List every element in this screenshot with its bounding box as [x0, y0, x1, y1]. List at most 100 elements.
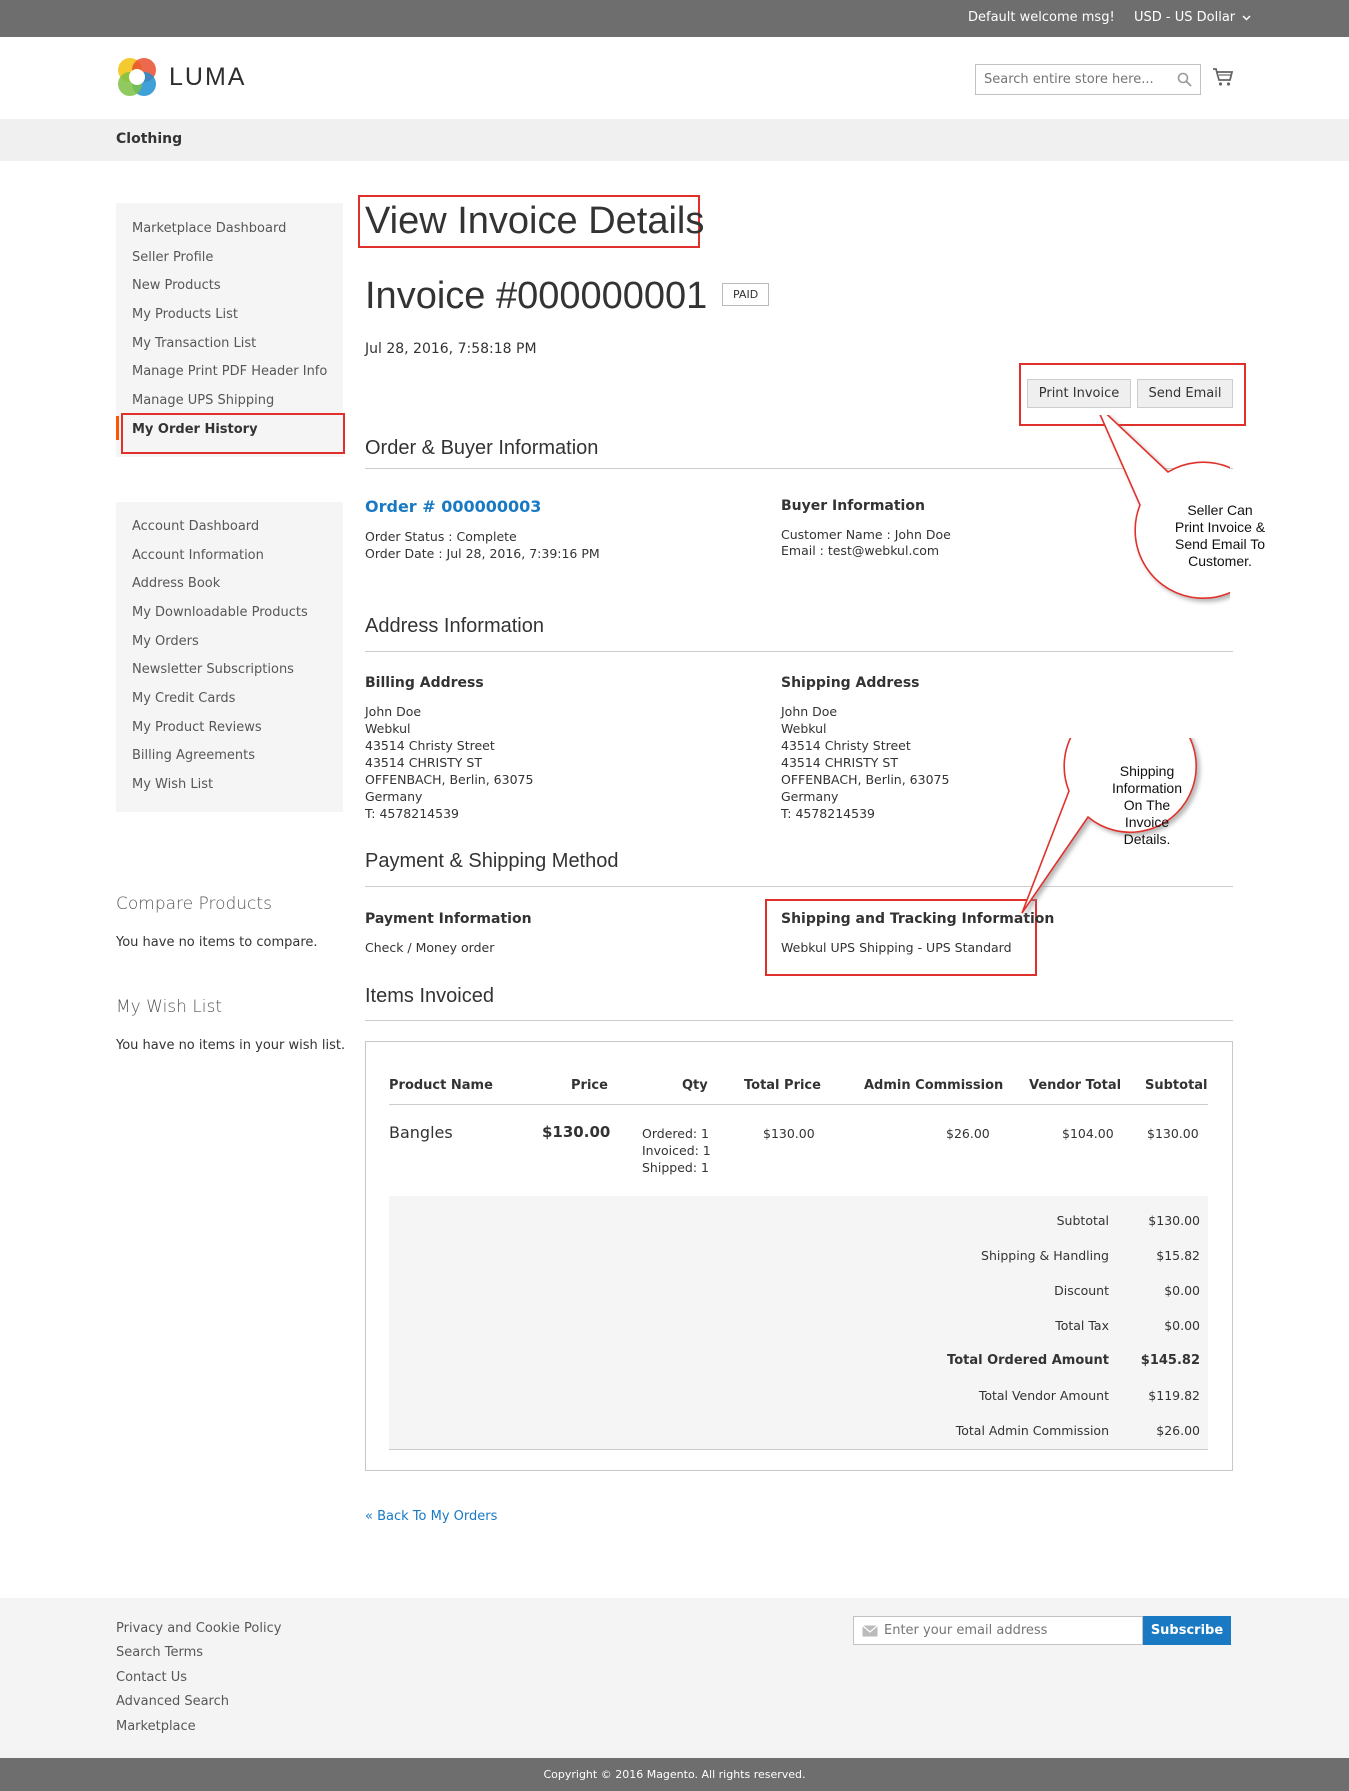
section-title-address: Address Information	[365, 615, 544, 637]
sidebar-item-my-orders[interactable]: My Orders	[132, 634, 199, 649]
welcome-message: Default welcome msg!	[968, 10, 1115, 25]
cart-icon[interactable]	[1212, 67, 1234, 87]
column-header-price: Price	[571, 1078, 608, 1093]
column-header-subtotal: Subtotal	[1145, 1078, 1208, 1093]
print-invoice-button[interactable]: Print Invoice	[1027, 379, 1131, 408]
sidebar-item-manage-ups-shipping[interactable]: Manage UPS Shipping	[132, 393, 274, 408]
column-header-admin-commission: Admin Commission	[864, 1078, 1004, 1093]
back-to-orders-link[interactable]: « Back To My Orders	[365, 1509, 497, 1524]
newsletter-email-input[interactable]	[884, 1617, 1134, 1644]
totals-label-discount: Discount	[1054, 1283, 1109, 1298]
callout-text-shipping: Shipping Information On The Invoice Deta…	[1087, 763, 1207, 848]
product-subtotal: $130.00	[1147, 1126, 1199, 1141]
section-title-items: Items Invoiced	[365, 985, 494, 1007]
sidebar-item-account-dashboard[interactable]: Account Dashboard	[132, 519, 259, 534]
address-line: T: 4578214539	[781, 806, 875, 821]
footer-link-marketplace[interactable]: Marketplace	[116, 1719, 196, 1734]
callout-line: Shipping	[1119, 763, 1175, 779]
sidebar-item-manage-print-pdf[interactable]: Manage Print PDF Header Info	[132, 364, 327, 379]
logo-text[interactable]: LUMA	[169, 63, 246, 92]
footer-link-advanced-search[interactable]: Advanced Search	[116, 1694, 229, 1709]
currency-label: USD - US Dollar	[1134, 10, 1236, 25]
totals-value-subtotal: $130.00	[1148, 1213, 1200, 1228]
status-badge: PAID	[722, 283, 770, 306]
address-line: 43514 Christy Street	[781, 738, 911, 753]
sidebar-item-seller-profile[interactable]: Seller Profile	[132, 250, 213, 265]
account-nav: Account Dashboard Account Information Ad…	[116, 502, 343, 812]
order-number-link[interactable]: Order # 000000003	[365, 497, 541, 516]
footer-link-search-terms[interactable]: Search Terms	[116, 1645, 203, 1660]
callout-line: Invoice	[1124, 814, 1170, 830]
annotation-box-order-history	[121, 413, 345, 454]
sidebar-item-new-products[interactable]: New Products	[132, 278, 221, 293]
main-nav: Clothing	[0, 119, 1349, 161]
section-title-payment-shipping: Payment & Shipping Method	[365, 850, 619, 872]
footer-link-contact[interactable]: Contact Us	[116, 1670, 187, 1685]
nav-item-clothing[interactable]: Clothing	[116, 131, 182, 147]
totals-label-admin: Total Admin Commission	[955, 1423, 1109, 1438]
qty-shipped: Shipped: 1	[642, 1160, 709, 1175]
sidebar-item-address-book[interactable]: Address Book	[132, 576, 220, 591]
product-qty: Ordered: 1 Invoiced: 1 Shipped: 1	[642, 1125, 711, 1176]
newsletter-field[interactable]	[853, 1616, 1143, 1645]
tracking-info-title: Shipping and Tracking Information	[781, 911, 1055, 927]
shipping-address-title: Shipping Address	[781, 675, 920, 691]
search-box[interactable]	[975, 64, 1201, 95]
table-header-divider	[389, 1104, 1208, 1105]
footer-link-privacy[interactable]: Privacy and Cookie Policy	[116, 1621, 281, 1636]
callout-text-print-email: Seller Can Print Invoice & Send Email To…	[1150, 502, 1290, 570]
sidebar-item-credit-cards[interactable]: My Credit Cards	[132, 691, 235, 706]
address-line: OFFENBACH, Berlin, 63075	[781, 772, 950, 787]
compare-products-title: Compare Products	[116, 894, 272, 914]
address-line: 43514 Christy Street	[365, 738, 495, 753]
current-item-marker	[116, 416, 119, 440]
totals-value-admin: $26.00	[1156, 1423, 1200, 1438]
qty-invoiced: Invoiced: 1	[642, 1143, 711, 1158]
sidebar-item-downloadable-products[interactable]: My Downloadable Products	[132, 605, 308, 620]
billing-address: John Doe Webkul 43514 Christy Street 435…	[365, 703, 533, 822]
address-line: 43514 CHRISTY ST	[365, 755, 482, 770]
payment-method: Check / Money order	[365, 940, 495, 955]
sidebar-item-my-transaction-list[interactable]: My Transaction List	[132, 336, 256, 351]
totals-value-vendor: $119.82	[1148, 1388, 1200, 1403]
totals-divider	[389, 1449, 1208, 1450]
address-line: John Doe	[365, 704, 422, 719]
send-email-button[interactable]: Send Email	[1137, 379, 1233, 408]
sidebar-item-wish-list[interactable]: My Wish List	[132, 777, 213, 792]
copyright: Copyright © 2016 Magento. All rights res…	[0, 1758, 1349, 1791]
totals-label-ordered: Total Ordered Amount	[947, 1353, 1109, 1368]
section-title-order-buyer: Order & Buyer Information	[365, 437, 599, 459]
address-line: Germany	[781, 789, 839, 804]
address-line: OFFENBACH, Berlin, 63075	[365, 772, 534, 787]
luma-logo-icon[interactable]	[116, 56, 158, 98]
payment-info-title: Payment Information	[365, 911, 532, 927]
totals-label-subtotal: Subtotal	[1056, 1213, 1109, 1228]
address-line: Webkul	[781, 721, 827, 736]
currency-switcher[interactable]: USD - US Dollar	[1134, 10, 1251, 25]
column-header-vendor-total: Vendor Total	[1029, 1078, 1122, 1093]
search-input[interactable]	[976, 65, 1166, 94]
totals-value-tax: $0.00	[1164, 1318, 1200, 1333]
chevron-down-icon	[1242, 14, 1251, 21]
page-title: View Invoice Details	[365, 200, 705, 242]
sidebar-item-billing-agreements[interactable]: Billing Agreements	[132, 748, 255, 763]
address-line: 43514 CHRISTY ST	[781, 755, 898, 770]
divider	[365, 1020, 1233, 1021]
sidebar-item-product-reviews[interactable]: My Product Reviews	[132, 720, 262, 735]
callout-line: Seller Can	[1187, 502, 1253, 518]
search-icon[interactable]	[1177, 72, 1192, 87]
callout-line: Send Email To	[1174, 536, 1265, 552]
sidebar-item-newsletter[interactable]: Newsletter Subscriptions	[132, 662, 294, 677]
sidebar-item-marketplace-dashboard[interactable]: Marketplace Dashboard	[132, 221, 286, 236]
subscribe-button[interactable]: Subscribe	[1143, 1616, 1231, 1645]
totals-value-shipping: $15.82	[1156, 1248, 1200, 1263]
billing-address-title: Billing Address	[365, 675, 484, 691]
address-line: T: 4578214539	[365, 806, 459, 821]
totals-label-tax: Total Tax	[1055, 1318, 1109, 1333]
address-line: John Doe	[781, 704, 838, 719]
product-vendor-total: $104.00	[1062, 1126, 1114, 1141]
order-status: Order Status : Complete	[365, 529, 517, 544]
sidebar-item-my-products-list[interactable]: My Products List	[132, 307, 238, 322]
totals-value-discount: $0.00	[1164, 1283, 1200, 1298]
sidebar-item-account-information[interactable]: Account Information	[132, 548, 264, 563]
